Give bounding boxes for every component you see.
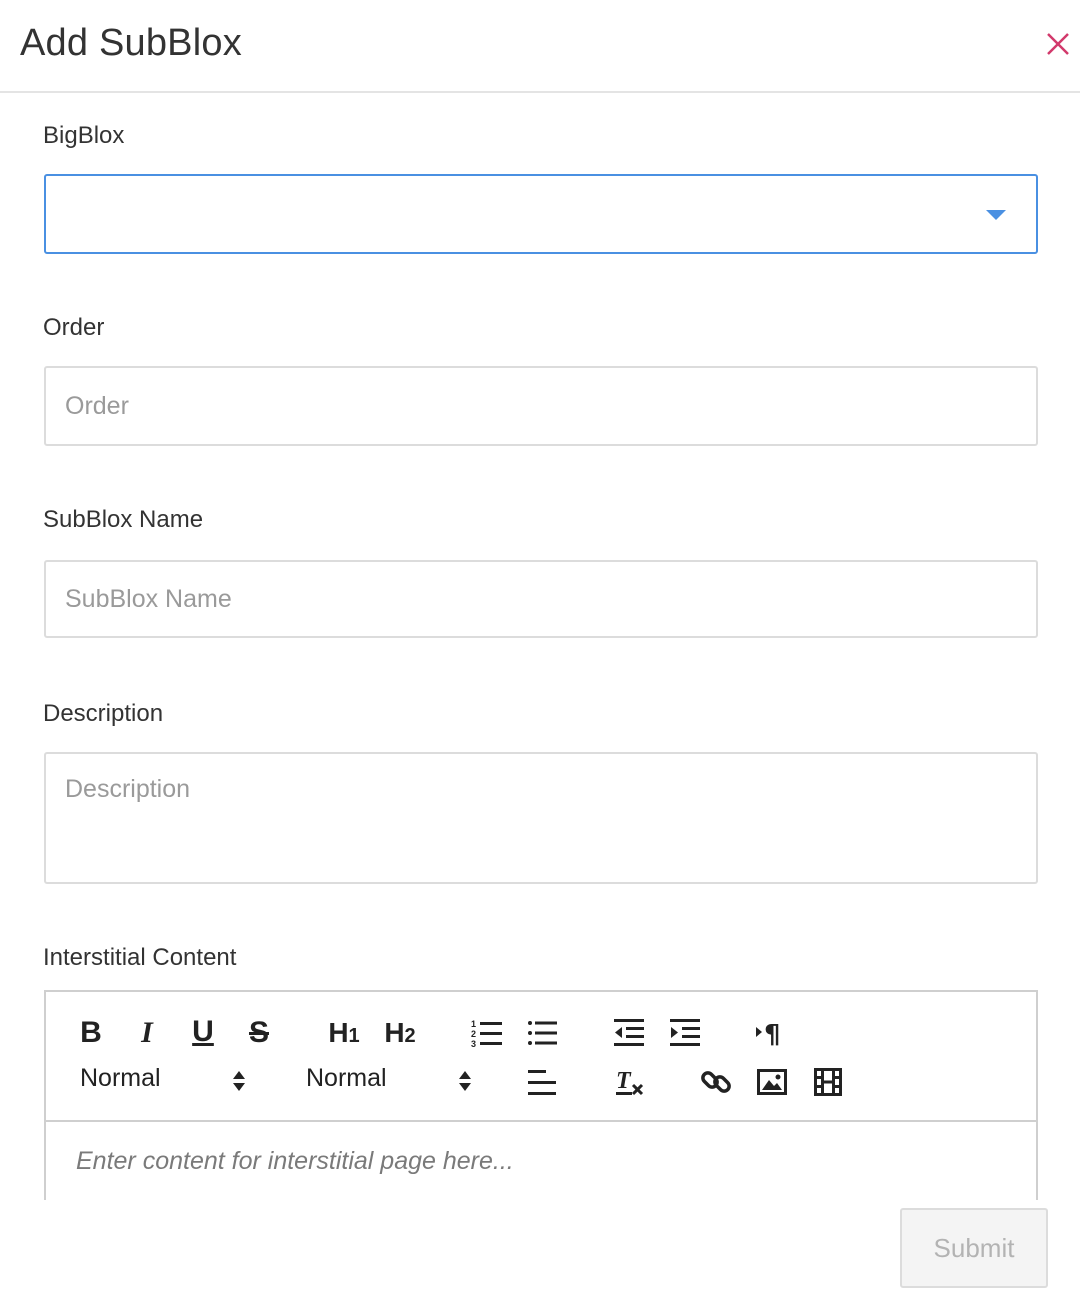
modal-title: Add SubBlox xyxy=(20,22,242,64)
description-field-wrapper xyxy=(44,752,1038,884)
video-button[interactable] xyxy=(810,1064,846,1100)
order-label: Order xyxy=(43,314,105,341)
bigblox-select[interactable] xyxy=(44,174,1038,254)
select-arrows-icon xyxy=(459,1071,471,1091)
clear-format-button[interactable]: T xyxy=(612,1064,648,1100)
clear-format-icon: T xyxy=(616,1068,644,1096)
align-left-icon xyxy=(528,1070,556,1095)
svg-text:3: 3 xyxy=(471,1039,476,1048)
link-icon xyxy=(701,1071,731,1093)
underline-icon: U xyxy=(192,1015,214,1048)
subblox-name-label: SubBlox Name xyxy=(43,506,204,533)
interstitial-label: Interstitial Content xyxy=(43,944,237,971)
select-arrows-icon xyxy=(233,1071,245,1091)
outdent-button[interactable] xyxy=(612,1016,646,1050)
size-select[interactable]: Normal xyxy=(80,1064,250,1098)
indent-icon xyxy=(670,1019,700,1046)
h2-button[interactable]: H2 xyxy=(382,1016,418,1050)
italic-button[interactable]: I xyxy=(132,1016,162,1050)
bigblox-label: BigBlox xyxy=(43,122,125,149)
link-button[interactable] xyxy=(698,1064,734,1100)
ordered-list-button[interactable]: 1 2 3 xyxy=(470,1016,504,1050)
editor-toolbar: B I U S H1 H2 1 2 3 ¶ Normal Normal T xyxy=(46,992,1036,1122)
order-input[interactable] xyxy=(46,368,1036,444)
size-select-value: Normal xyxy=(80,1064,161,1092)
outdent-icon xyxy=(614,1019,644,1046)
subblox-name-input[interactable] xyxy=(46,562,1036,636)
bullet-list-button[interactable] xyxy=(526,1016,560,1050)
h1-icon: H1 xyxy=(328,1017,360,1048)
ordered-list-icon: 1 2 3 xyxy=(471,1019,502,1048)
svg-text:1: 1 xyxy=(471,1019,476,1029)
image-icon xyxy=(757,1069,787,1095)
h1-button[interactable]: H1 xyxy=(326,1016,362,1050)
order-field-wrapper xyxy=(44,366,1038,446)
text-direction-icon: ¶ xyxy=(756,1020,781,1047)
close-icon xyxy=(1047,33,1069,55)
submit-button[interactable]: Submit xyxy=(900,1208,1048,1288)
description-label: Description xyxy=(43,700,164,727)
editor-content-area[interactable]: Enter content for interstitial page here… xyxy=(76,1147,514,1176)
subblox-name-field-wrapper xyxy=(44,560,1038,638)
header-select-value: Normal xyxy=(306,1064,387,1092)
description-textarea[interactable] xyxy=(46,754,1036,882)
svg-text:¶: ¶ xyxy=(764,1020,781,1047)
bullet-list-icon xyxy=(528,1021,557,1045)
italic-icon: I xyxy=(141,1016,153,1049)
chevron-down-icon xyxy=(986,210,1006,220)
underline-button[interactable]: U xyxy=(188,1014,218,1050)
svg-text:2: 2 xyxy=(471,1029,476,1039)
svg-text:T: T xyxy=(616,1068,632,1094)
bold-icon: B xyxy=(80,1016,102,1049)
bold-button[interactable]: B xyxy=(76,1016,106,1050)
image-button[interactable] xyxy=(754,1064,790,1100)
close-button[interactable] xyxy=(1044,30,1072,58)
header-select[interactable]: Normal xyxy=(306,1064,476,1098)
modal-header: Add SubBlox xyxy=(0,0,1080,93)
h2-icon: H2 xyxy=(384,1017,416,1048)
indent-button[interactable] xyxy=(668,1016,702,1050)
align-button[interactable] xyxy=(526,1066,560,1100)
text-direction-button[interactable]: ¶ xyxy=(752,1016,788,1050)
strikethrough-button[interactable]: S xyxy=(244,1016,274,1050)
video-icon xyxy=(814,1068,842,1096)
strikethrough-icon: S xyxy=(248,1016,269,1049)
rich-text-editor: B I U S H1 H2 1 2 3 ¶ Normal Normal T En… xyxy=(44,990,1038,1200)
